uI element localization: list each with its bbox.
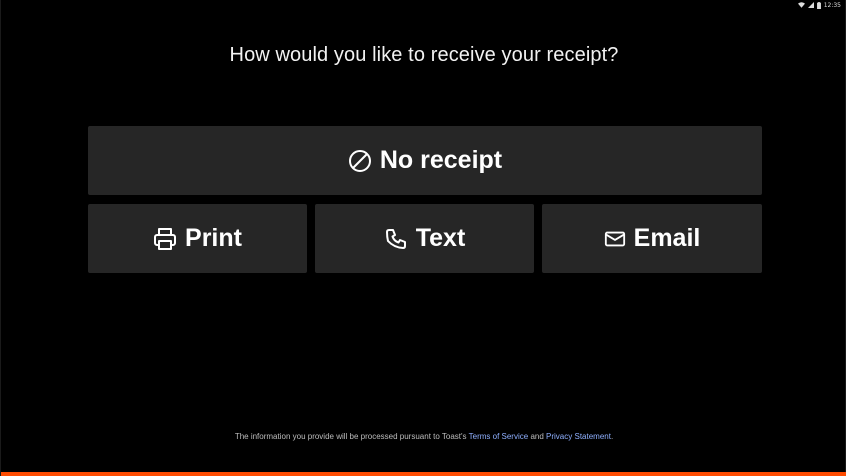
no-receipt-button[interactable]: No receipt: [88, 126, 762, 195]
text-label: Text: [415, 224, 466, 252]
wifi-icon: [797, 2, 805, 8]
no-entry-icon: [348, 149, 371, 172]
envelope-icon: [604, 231, 625, 246]
email-button[interactable]: Email: [542, 204, 762, 273]
battery-icon: [816, 1, 821, 9]
privacy-notice: The information you provide will be proc…: [1, 432, 846, 441]
signal-icon: [807, 2, 814, 8]
privacy-statement-link[interactable]: Privacy Statement: [546, 432, 611, 441]
phone-icon: [385, 228, 406, 249]
print-button[interactable]: Print: [88, 204, 307, 273]
receipt-screen: 12:35 How would you like to receive your…: [0, 0, 846, 476]
text-button[interactable]: Text: [315, 204, 534, 273]
status-bar: 12:35: [797, 1, 841, 9]
page-title: How would you like to receive your recei…: [229, 44, 619, 66]
print-label: Print: [185, 224, 242, 252]
terms-of-service-link[interactable]: Terms of Service: [469, 432, 529, 441]
privacy-notice-text: The information you provide will be proc…: [234, 432, 467, 441]
accent-bar: [1, 472, 846, 476]
printer-icon: [154, 227, 177, 250]
privacy-notice-suffix: .: [610, 432, 614, 441]
email-label: Email: [633, 224, 701, 252]
no-receipt-label: No receipt: [379, 146, 503, 174]
status-time: 12:35: [823, 1, 841, 9]
privacy-notice-conjunction: and: [530, 432, 544, 441]
